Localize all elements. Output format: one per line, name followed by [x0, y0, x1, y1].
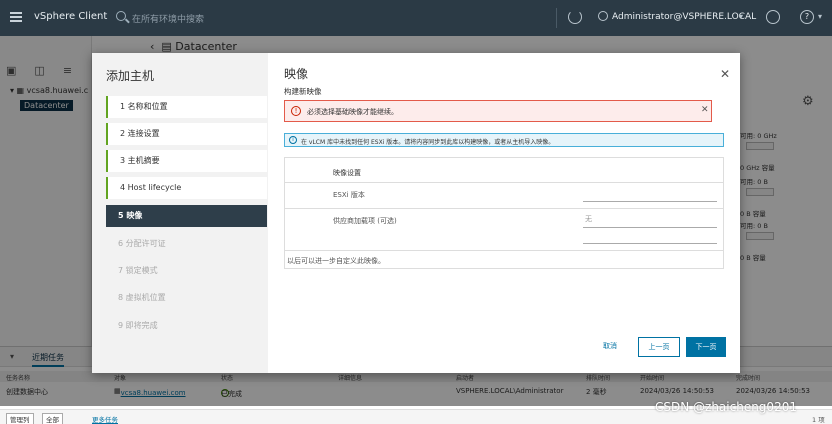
search-icon[interactable]: [116, 11, 126, 21]
vendor-addon-select[interactable]: 无: [583, 214, 717, 228]
help-chevron-down-icon[interactable]: ▾: [818, 12, 822, 21]
section-subtitle: 构建新映像: [284, 87, 322, 96]
step-lockdown-mode: 7 锁定模式: [118, 266, 158, 275]
error-icon: !: [291, 106, 301, 116]
info-alert-text: 在 vLCM 库中未找到任何 ESXi 版本。请将内容同步到此库以构建映像，或者…: [301, 139, 555, 146]
topbar-divider: [556, 8, 557, 28]
wizard-content: 映像 ✕ 构建新映像 ! 必须选择基础映像才能继续。 ✕ i 在 vLCM 库中…: [268, 53, 740, 373]
step-assign-license: 6 分配许可证: [118, 239, 166, 248]
task-filter-select[interactable]: 全部: [42, 413, 63, 424]
manage-columns-button[interactable]: 管理列: [6, 413, 34, 424]
hamburger-menu-icon[interactable]: [10, 12, 22, 22]
global-search-input[interactable]: 在所有环境中搜索: [132, 12, 204, 25]
divider: [285, 208, 723, 209]
top-bar: vSphere Client 在所有环境中搜索 Administrator@VS…: [0, 0, 832, 36]
wizard-steps-panel: 添加主机 1 名称和位置 2 连接设置 3 主机摘要 4 Host lifecy…: [92, 53, 268, 373]
back-button[interactable]: 上一页: [638, 337, 680, 357]
divider: [285, 182, 723, 183]
close-icon[interactable]: ✕: [720, 67, 730, 81]
user-menu[interactable]: Administrator@VSPHERE.LOCAL: [612, 12, 756, 22]
step-ready-complete: 9 即将完成: [118, 321, 158, 330]
feedback-smiley-icon[interactable]: [766, 10, 780, 24]
watermark: CSDN @zhaicheng0201: [655, 400, 797, 414]
esxi-version-label: ESXi 版本: [333, 191, 365, 199]
step-host-lifecycle[interactable]: 4 Host lifecycle: [106, 177, 267, 199]
task-count: 1 项: [812, 416, 825, 424]
step-image[interactable]: 5 映像: [106, 205, 267, 227]
user-menu-chevron-down-icon[interactable]: ▾: [739, 12, 743, 21]
more-tasks-link[interactable]: 更多任务: [92, 414, 118, 424]
wizard-title: 添加主机: [106, 69, 155, 83]
page-title: 映像: [284, 67, 309, 81]
esxi-version-select[interactable]: [583, 188, 717, 202]
step-host-summary[interactable]: 3 主机摘要: [106, 150, 267, 172]
image-settings-form: 映像设置 ESXi 版本 供应商加载项 (可选) 无 以后可以进一步自定义此映像…: [284, 157, 724, 269]
info-alert: i 在 vLCM 库中未找到任何 ESXi 版本。请将内容同步到此库以构建映像，…: [284, 133, 724, 147]
step-vm-location: 8 虚拟机位置: [118, 293, 166, 302]
vendor-addon-label: 供应商加载项 (可选): [333, 217, 397, 225]
divider: [285, 250, 723, 251]
customize-later-note: 以后可以进一步自定义此映像。: [287, 257, 385, 265]
step-name-location[interactable]: 1 名称和位置: [106, 96, 267, 118]
add-host-wizard: 添加主机 1 名称和位置 2 连接设置 3 主机摘要 4 Host lifecy…: [92, 53, 740, 373]
app-title: vSphere Client: [34, 11, 108, 22]
help-icon[interactable]: ?: [800, 10, 814, 24]
cancel-button[interactable]: 取消: [590, 337, 630, 357]
vendor-addon-version-select[interactable]: [583, 230, 717, 244]
info-icon: i: [289, 136, 297, 144]
image-settings-header: 映像设置: [333, 169, 361, 177]
user-icon: [598, 11, 608, 21]
dismiss-alert-icon[interactable]: ✕: [701, 105, 709, 115]
error-alert-text: 必须选择基础映像才能继续。: [307, 108, 398, 116]
step-connection-settings[interactable]: 2 连接设置: [106, 123, 267, 145]
refresh-icon[interactable]: [568, 10, 582, 24]
next-button[interactable]: 下一页: [686, 337, 726, 357]
error-alert: ! 必须选择基础映像才能继续。 ✕: [284, 100, 712, 122]
